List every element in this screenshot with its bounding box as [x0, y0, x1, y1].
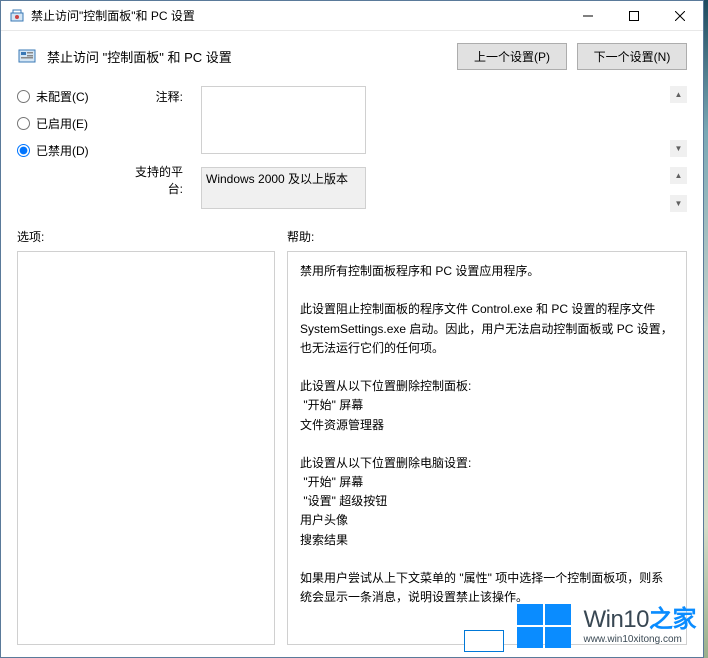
- previous-setting-button[interactable]: 上一个设置(P): [457, 43, 567, 70]
- dialog-window: 禁止访问"控制面板"和 PC 设置 禁止访问 "控制面板" 和 PC 设置 上一…: [0, 0, 704, 658]
- radio-enabled[interactable]: 已启用(E): [17, 115, 105, 132]
- notes-label: 注释:: [123, 86, 183, 105]
- policy-icon: [17, 47, 37, 67]
- titlebar: 禁止访问"控制面板"和 PC 设置: [1, 1, 703, 31]
- scroll-down-icon: ▼: [670, 195, 687, 212]
- window-title: 禁止访问"控制面板"和 PC 设置: [31, 7, 565, 24]
- options-panel[interactable]: [17, 251, 275, 645]
- close-icon: [675, 11, 685, 21]
- radio-disabled[interactable]: 已禁用(D): [17, 142, 105, 159]
- toolbar: 禁止访问 "控制面板" 和 PC 设置 上一个设置(P) 下一个设置(N): [1, 31, 703, 78]
- help-panel[interactable]: 禁用所有控制面板程序和 PC 设置应用程序。 此设置阻止控制面板的程序文件 Co…: [287, 251, 687, 645]
- platforms-textarea: Windows 2000 及以上版本: [201, 167, 366, 209]
- partial-button[interactable]: [464, 630, 504, 652]
- watermark-url: www.win10xitong.com: [583, 634, 696, 645]
- watermark: Win10之家 www.win10xitong.com: [511, 600, 702, 652]
- window-controls: [565, 1, 703, 30]
- radio-input-disabled[interactable]: [17, 144, 30, 157]
- app-icon: [9, 8, 25, 24]
- config-area: 未配置(C) 已启用(E) 已禁用(D) 注释: 支持的平台: ▲ ▼: [1, 78, 703, 216]
- scroll-up-icon: ▲: [670, 167, 687, 184]
- platforms-scrollbar[interactable]: ▲ ▼: [670, 167, 687, 212]
- platforms-wrap: Windows 2000 及以上版本 ▲ ▼: [201, 167, 687, 212]
- platforms-label: 支持的平台:: [123, 161, 183, 197]
- scroll-down-icon: ▼: [670, 140, 687, 157]
- close-button[interactable]: [657, 1, 703, 30]
- windows-logo-icon: [517, 604, 573, 648]
- radio-label-disabled: 已禁用(D): [36, 142, 89, 159]
- section-labels: 选项: 帮助:: [1, 216, 703, 251]
- maximize-button[interactable]: [611, 1, 657, 30]
- radio-input-not-configured[interactable]: [17, 90, 30, 103]
- radio-label-enabled: 已启用(E): [36, 115, 88, 132]
- notes-wrap: ▲ ▼: [201, 86, 687, 157]
- options-label: 选项:: [17, 228, 287, 245]
- maximize-icon: [629, 11, 639, 21]
- panels-row: 禁用所有控制面板程序和 PC 设置应用程序。 此设置阻止控制面板的程序文件 Co…: [1, 251, 703, 657]
- radio-input-enabled[interactable]: [17, 117, 30, 130]
- watermark-text: Win10之家 www.win10xitong.com: [583, 607, 696, 644]
- radio-label-not-configured: 未配置(C): [36, 88, 89, 105]
- help-label: 帮助:: [287, 228, 314, 245]
- radio-not-configured[interactable]: 未配置(C): [17, 88, 105, 105]
- minimize-button[interactable]: [565, 1, 611, 30]
- notes-scrollbar[interactable]: ▲ ▼: [670, 86, 687, 157]
- scroll-up-icon: ▲: [670, 86, 687, 103]
- field-labels-col: 注释: 支持的平台:: [123, 86, 183, 212]
- state-radio-group: 未配置(C) 已启用(E) 已禁用(D): [17, 86, 105, 212]
- minimize-icon: [583, 11, 593, 21]
- policy-title: 禁止访问 "控制面板" 和 PC 设置: [47, 47, 447, 66]
- field-inputs-col: ▲ ▼ Windows 2000 及以上版本 ▲ ▼: [201, 86, 687, 212]
- notes-textarea[interactable]: [201, 86, 366, 154]
- watermark-brand: Win10之家: [583, 607, 696, 633]
- next-setting-button[interactable]: 下一个设置(N): [577, 43, 687, 70]
